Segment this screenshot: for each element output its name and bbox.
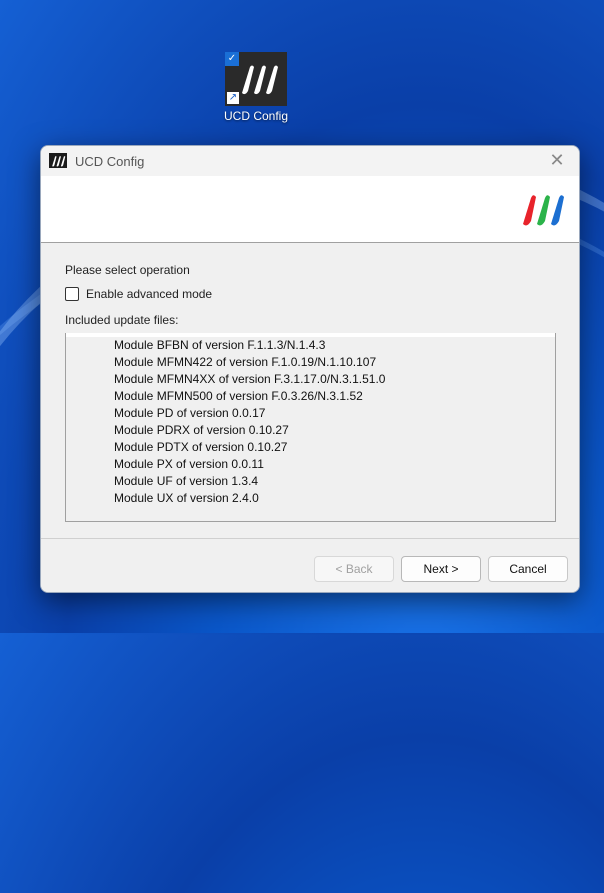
update-files-list[interactable]: Module BFBN of version F.1.1.3/N.1.4.3 M… xyxy=(65,333,556,522)
back-button[interactable]: < Back xyxy=(314,556,394,582)
list-item: Module PDRX of version 0.10.27 xyxy=(114,423,289,437)
dialog-body: Please select operation Enable advanced … xyxy=(41,243,579,539)
desktop-icon-label: UCD Config xyxy=(223,109,289,123)
ucd-config-dialog: UCD Config ✕ Please select operation Ena… xyxy=(40,145,580,593)
advanced-mode-option[interactable]: Enable advanced mode xyxy=(65,287,212,301)
selected-check-icon: ✓ xyxy=(225,52,239,66)
app-logo-icon xyxy=(49,153,67,168)
button-bar: < Back Next > Cancel xyxy=(41,538,579,592)
window-title: UCD Config xyxy=(75,154,145,169)
list-item: Module PDTX of version 0.10.27 xyxy=(114,440,288,454)
list-item: Module MFMN500 of version F.0.3.26/N.3.1… xyxy=(114,389,363,403)
next-button[interactable]: Next > xyxy=(401,556,481,582)
list-item: Module UF of version 1.3.4 xyxy=(114,474,259,488)
shortcut-arrow-icon: ↗ xyxy=(227,92,239,104)
list-item: Module PD of version 0.0.17 xyxy=(114,406,266,420)
header-banner xyxy=(41,176,579,243)
desktop-shortcut-ucd-config[interactable]: ✓ ↗ UCD Config xyxy=(218,52,294,123)
cancel-button[interactable]: Cancel xyxy=(488,556,568,582)
list-item: Module BFBN of version F.1.1.3/N.1.4.3 xyxy=(114,338,326,352)
list-item: Module MFMN4XX of version F.3.1.17.0/N.3… xyxy=(114,372,386,386)
list-item: Module MFMN422 of version F.1.0.19/N.1.1… xyxy=(114,355,377,369)
operation-prompt: Please select operation xyxy=(65,263,190,277)
advanced-mode-checkbox[interactable] xyxy=(65,287,79,301)
brand-stripes-logo-icon xyxy=(523,195,564,226)
list-item: Module PX of version 0.0.11 xyxy=(114,457,264,471)
stripes-logo-icon xyxy=(242,65,278,95)
title-bar[interactable]: UCD Config ✕ xyxy=(41,146,579,176)
list-item: Module UX of version 2.4.0 xyxy=(114,491,259,505)
close-button[interactable]: ✕ xyxy=(541,148,573,174)
advanced-mode-label[interactable]: Enable advanced mode xyxy=(86,287,212,301)
included-files-label: Included update files: xyxy=(65,313,179,327)
ucd-config-logo-icon: ✓ ↗ xyxy=(225,52,287,106)
